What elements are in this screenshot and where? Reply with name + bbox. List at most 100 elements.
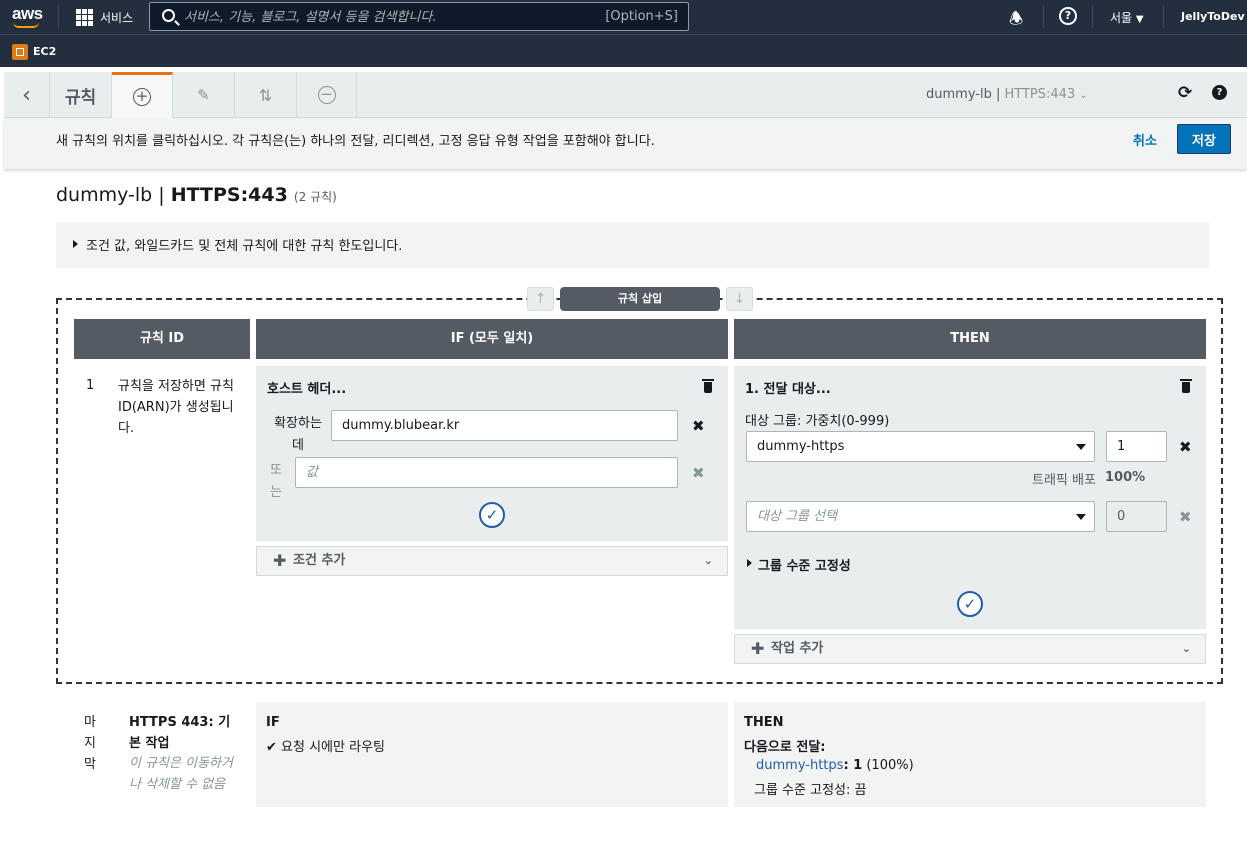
add-condition-button[interactable]: ✚ 조건 추가 ⌄ [256, 546, 728, 576]
default-stickiness: 그룹 수준 고정성: 끔 [754, 783, 867, 798]
group-stickiness-expander[interactable]: 그룹 수준 고정성 [758, 555, 851, 574]
default-if-condition: ✔ 요청 시에만 라우팅 [266, 736, 385, 755]
listener-selector[interactable]: dummy-lb | HTTPS:443 ⌄ [926, 87, 1088, 102]
plus-icon: ✚ [751, 639, 765, 658]
target-group-label: 대상 그룹: 가중치(0-999) [745, 414, 890, 429]
dropdown-caret-icon [1076, 514, 1086, 520]
default-rule-if: IF ✔ 요청 시에만 라우팅 [256, 702, 728, 807]
add-rules-button[interactable]: + [112, 72, 173, 118]
host-value-input[interactable]: dummy.blubear.kr [331, 410, 678, 441]
rule-number: 1 [86, 378, 95, 393]
services-grid-icon[interactable] [76, 9, 93, 26]
checkmark-icon: ✔ [266, 740, 277, 755]
divider [1043, 6, 1044, 28]
arrow-down-icon: ↓ [733, 291, 746, 307]
weight-input-disabled[interactable]: 0 [1106, 501, 1167, 532]
add-action-button[interactable]: ✚ 작업 추가 ⌄ [734, 634, 1206, 664]
caret-right-icon [73, 240, 78, 248]
title-listener: HTTPS:443 [170, 184, 288, 206]
target-group-select[interactable]: dummy-https [746, 431, 1095, 462]
cancel-button[interactable]: 취소 [1133, 130, 1157, 149]
remove-target-group-x-icon[interactable]: ✖ [1179, 438, 1192, 456]
chevron-down-icon: ⌄ [703, 554, 713, 567]
or-label: 또는 [270, 463, 282, 500]
chevron-left-icon: ‹ [22, 82, 31, 108]
instruction-text: 새 규칙의 위치를 클릭하십시오. 각 규칙은(는) 하나의 전달, 리디렉션,… [56, 134, 655, 149]
region-dropdown-caret-icon: ▼ [1135, 14, 1144, 25]
confirm-condition-check-icon[interactable]: ✓ [479, 502, 505, 528]
action-forward: 1. 전달 대상... 대상 그룹: 가중치(0-999) dummy-http… [734, 366, 1206, 629]
title-lb-name: dummy-lb [56, 184, 153, 206]
help-icon[interactable]: ? [1212, 85, 1227, 100]
condition-title: 호스트 헤더... [267, 382, 347, 397]
top-navigation-bar: aws 서비스 [Option+S] 🕭 ? 서울 ▼ JellyToDev [0, 0, 1247, 34]
weight-input[interactable]: 1 [1106, 431, 1167, 462]
save-button[interactable]: 저장 [1177, 124, 1231, 154]
plus-icon: ✚ [273, 551, 287, 570]
insert-rule-button[interactable]: 규칙 삽입 [560, 287, 720, 311]
default-action-title: HTTPS 443: 기본 작업 [129, 715, 231, 751]
traffic-distribution-label: 트래픽 배포 [1032, 473, 1096, 488]
add-action-label: 작업 추가 [771, 641, 824, 656]
move-up-button[interactable]: ↑ [527, 287, 554, 311]
arrow-up-icon: ↑ [534, 291, 547, 307]
instruction-bar: 새 규칙의 위치를 클릭하십시오. 각 규칙은(는) 하나의 전달, 리디렉션,… [4, 118, 1247, 169]
column-header-rule-id: 규칙 ID [74, 319, 250, 359]
action-title: 1. 전달 대상... [745, 382, 831, 397]
reorder-arrows-icon: ⇅ [258, 85, 273, 105]
ec2-icon [12, 44, 28, 60]
aws-logo[interactable]: aws [12, 4, 43, 24]
chevron-down-icon: ⌄ [1181, 642, 1191, 655]
is-label: 확장하는 데 [274, 416, 322, 453]
default-target-group-link[interactable]: dummy-https [756, 758, 843, 773]
rule-limits-expander[interactable]: 조건 값, 와일드카드 및 전체 규칙에 대한 규칙 한도입니다. [56, 222, 1209, 268]
column-header-if: IF (모두 일치) [256, 319, 728, 359]
page-title: dummy-lb | HTTPS:443 (2 규칙) [56, 184, 337, 206]
plus-circle-icon: + [133, 87, 151, 106]
ec2-service-link[interactable]: EC2 [33, 45, 56, 58]
traffic-distribution-value: 100% [1105, 470, 1146, 485]
minus-circle-icon: − [317, 86, 336, 104]
target-group-value: dummy-https [757, 439, 845, 454]
account-menu[interactable]: JellyToDev [1181, 10, 1245, 23]
notifications-bell-icon[interactable]: 🕭 [1009, 8, 1023, 35]
additional-value-input[interactable]: 값 [295, 457, 678, 488]
dropdown-caret-icon [1076, 444, 1086, 450]
default-if-text: 요청 시에만 라우팅 [281, 740, 385, 755]
move-down-button[interactable]: ↓ [726, 287, 753, 311]
default-forward-target: dummy-https: 1 (100%) [756, 758, 914, 773]
default-forward-label: 다음으로 전달: [744, 740, 826, 755]
last-rule-label: 마지막 [84, 715, 96, 772]
delete-rules-button[interactable]: − [297, 72, 357, 118]
remove-target-group-x-icon[interactable]: ✖ [1179, 508, 1192, 526]
refresh-icon[interactable]: ⟳ [1178, 83, 1192, 103]
services-menu-button[interactable]: 서비스 [100, 9, 133, 26]
reorder-rules-button[interactable]: ⇅ [235, 72, 297, 118]
divider [58, 6, 59, 28]
target-group-placeholder: 대상 그룹 선택 [757, 509, 838, 524]
add-condition-label: 조건 추가 [293, 553, 346, 568]
search-bar[interactable]: [Option+S] [149, 2, 689, 31]
help-icon[interactable]: ? [1059, 7, 1077, 25]
remove-value-x-icon[interactable]: ✖ [692, 417, 705, 435]
remove-value-x-icon[interactable]: ✖ [692, 464, 705, 482]
rules-tab-label: 규칙 [50, 72, 112, 118]
lb-name: dummy-lb [926, 87, 992, 102]
edit-rules-button[interactable]: ✎ [173, 72, 235, 118]
region-selector[interactable]: 서울 ▼ [1110, 9, 1144, 26]
target-group-select-empty[interactable]: 대상 그룹 선택 [746, 501, 1095, 532]
service-bar: EC2 [0, 34, 1247, 67]
default-if-title: IF [266, 715, 280, 730]
divider [1163, 6, 1164, 28]
rule-id-note: 규칙을 저장하면 규칙 ID(ARN)가 생성됩니다. [118, 379, 234, 436]
default-then-title: THEN [744, 715, 784, 730]
delete-action-trash-icon[interactable] [1180, 379, 1192, 393]
delete-condition-trash-icon[interactable] [702, 379, 714, 393]
condition-host-header: 호스트 헤더... 확장하는 데 dummy.blubear.kr ✖ 또는 값… [256, 366, 728, 541]
aws-smile-icon [13, 22, 39, 28]
back-button[interactable]: ‹ [4, 72, 50, 118]
search-icon [162, 9, 175, 22]
confirm-action-check-icon[interactable]: ✓ [957, 591, 983, 617]
search-input[interactable] [184, 7, 584, 27]
default-target-pct: (100%) [866, 758, 914, 773]
